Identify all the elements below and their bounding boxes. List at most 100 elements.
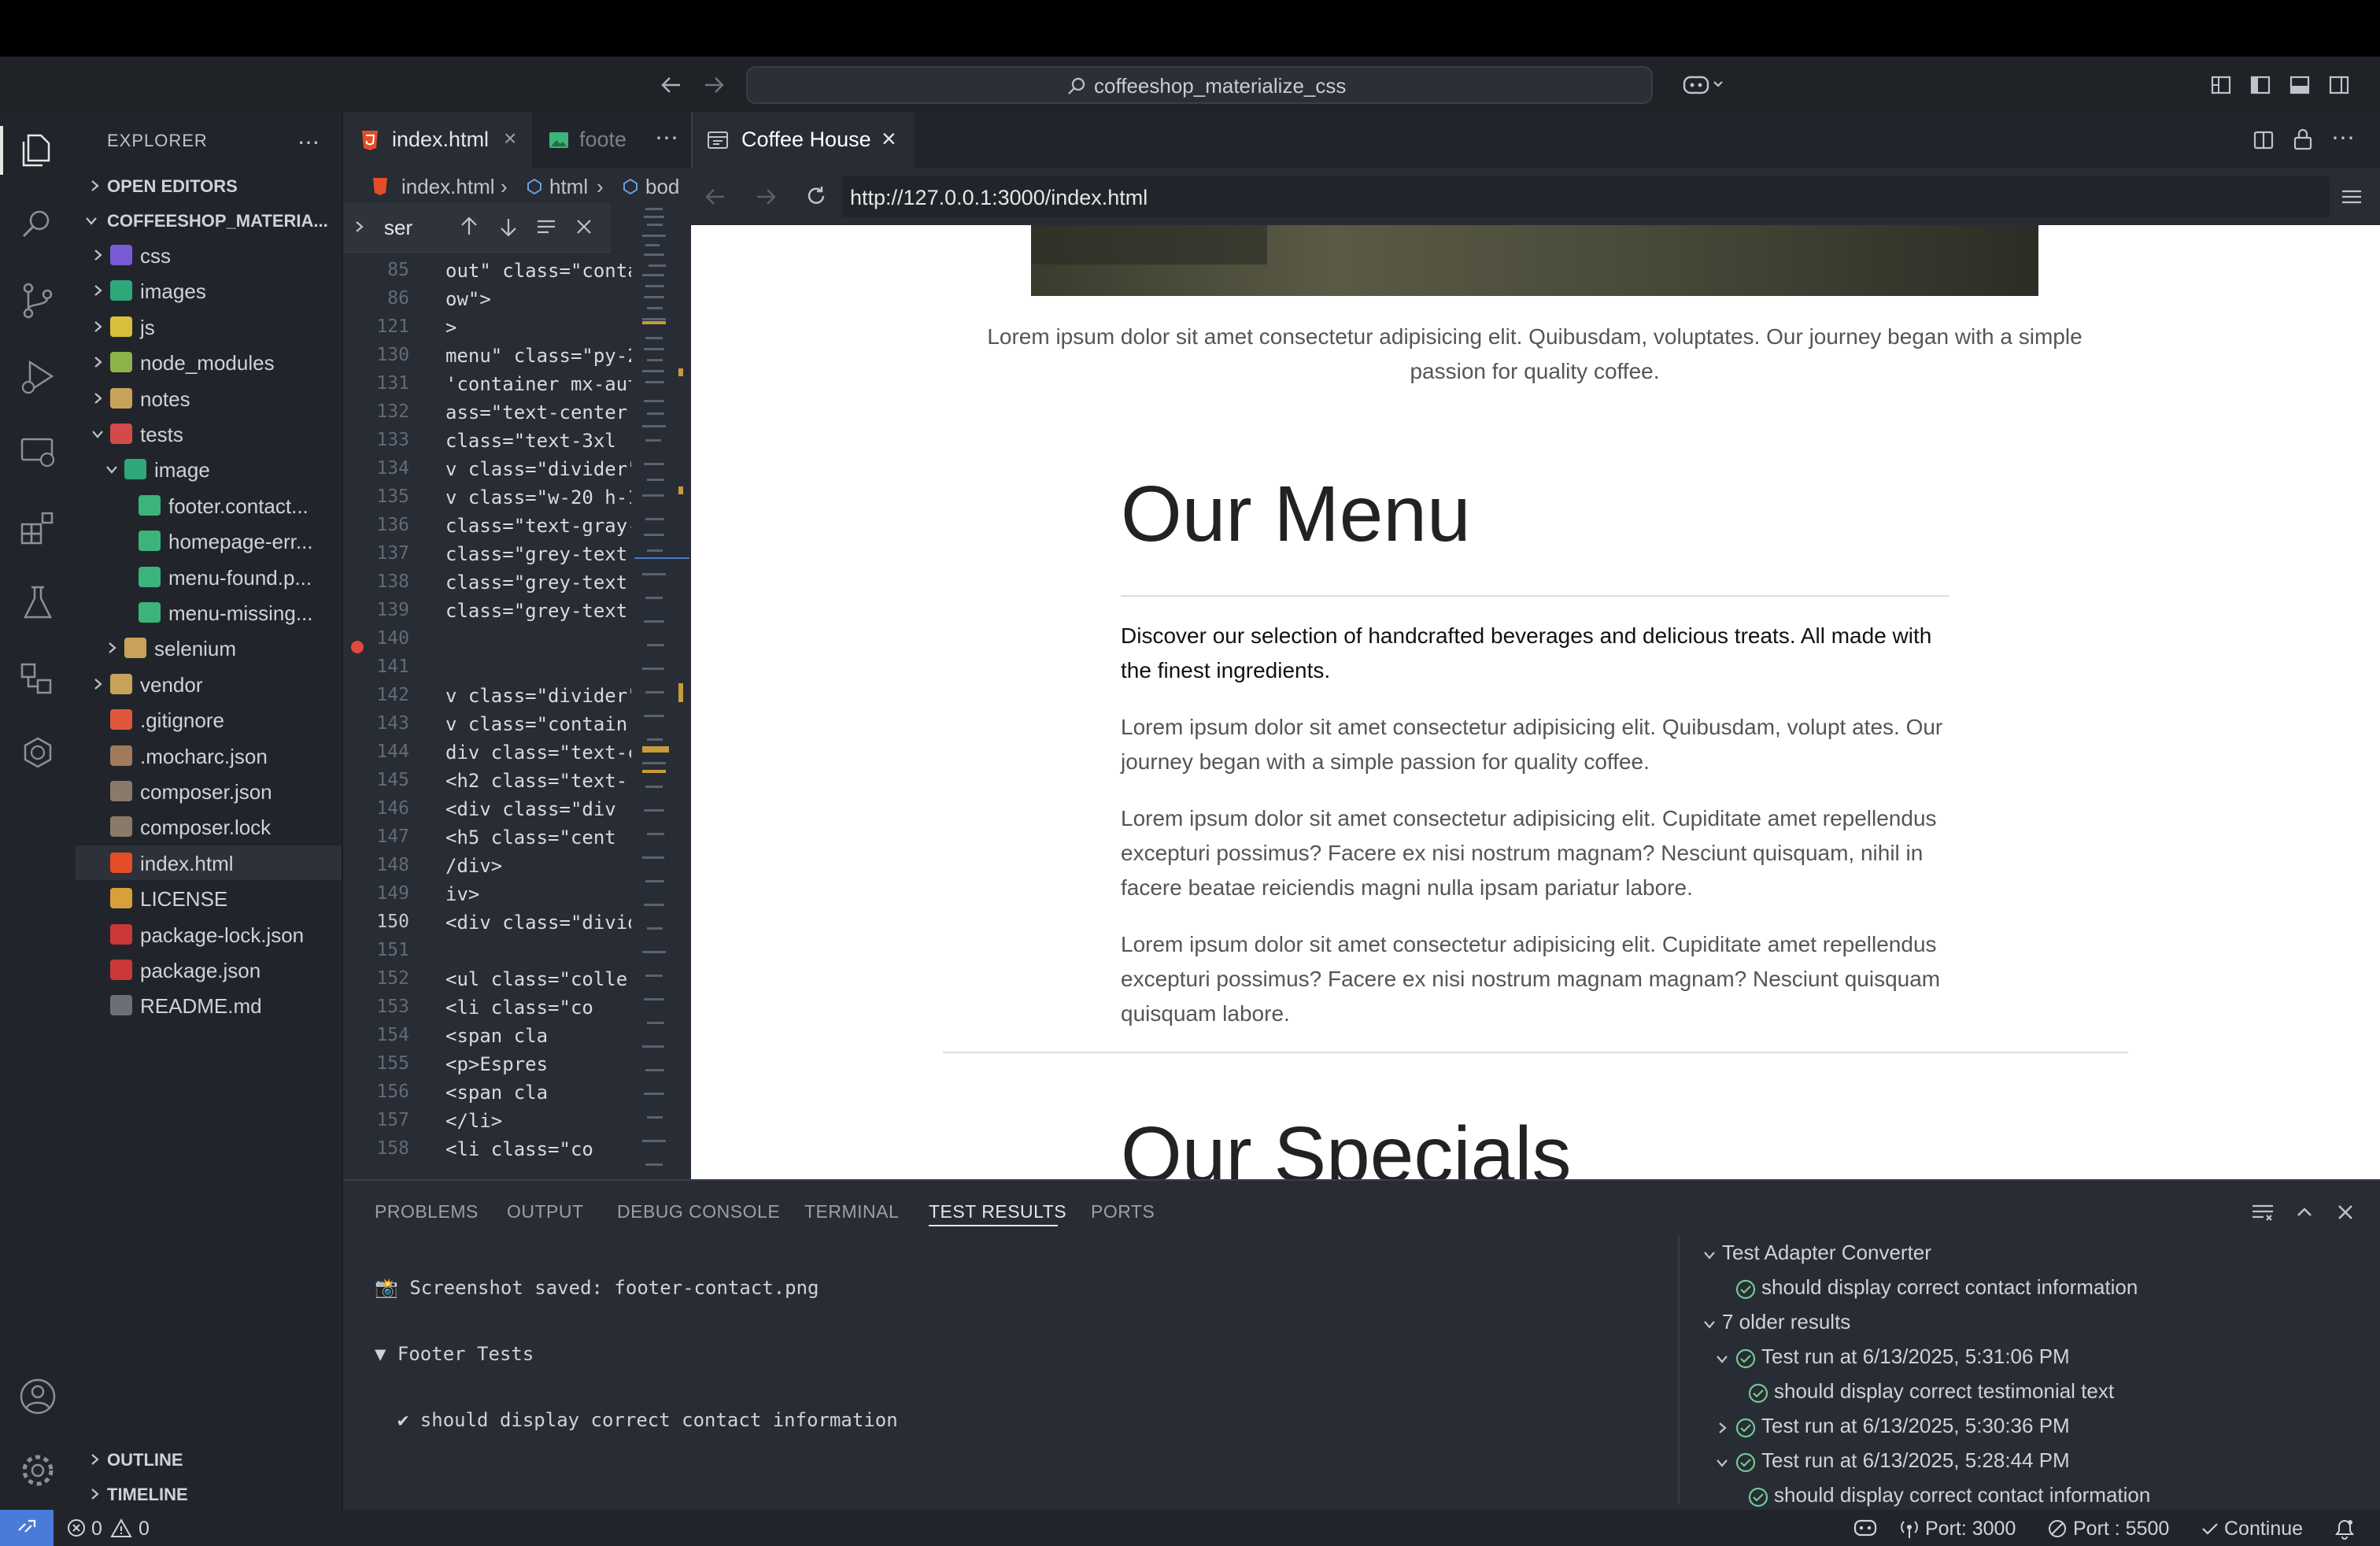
forward-arrow-icon[interactable]: [702, 74, 726, 96]
tab-test-results[interactable]: TEST RESULTS: [929, 1201, 1066, 1222]
code-line[interactable]: v class="divider": [445, 685, 631, 707]
close-icon[interactable]: [573, 216, 595, 238]
timeline-section[interactable]: TIMELINE: [76, 1477, 342, 1511]
code-line[interactable]: <span cla: [445, 1025, 631, 1047]
tree-item[interactable]: node_modules: [76, 345, 342, 379]
code-line[interactable]: <div class="divid: [445, 912, 631, 934]
code-line[interactable]: <li class="co: [445, 1138, 631, 1160]
results-tree-older[interactable]: 7 older results: [1704, 1310, 1850, 1334]
code-line[interactable]: ow">: [445, 288, 631, 310]
copilot-chat-icon[interactable]: [17, 734, 58, 775]
tree-item[interactable]: package.json: [76, 952, 342, 987]
code-line[interactable]: <div class="div: [445, 798, 631, 820]
copilot-icon[interactable]: [1853, 1518, 1878, 1538]
results-tree-run[interactable]: Test run at 6/13/2025, 5:31:06 PM: [1717, 1344, 2070, 1369]
tree-item[interactable]: js: [76, 309, 342, 344]
tree-item[interactable]: README.md: [76, 988, 342, 1023]
find-input[interactable]: ser: [384, 216, 412, 240]
reload-icon[interactable]: [804, 184, 828, 208]
settings-gear-icon[interactable]: [17, 1450, 58, 1491]
tree-item[interactable]: LICENSE: [76, 881, 342, 915]
code-line[interactable]: /div>: [445, 855, 631, 877]
tab-index-html[interactable]: index.html ×: [343, 112, 532, 168]
open-editors-section[interactable]: OPEN EDITORS: [76, 168, 342, 203]
close-icon[interactable]: [2334, 1201, 2356, 1223]
outline-section[interactable]: OUTLINE: [76, 1442, 342, 1477]
results-tree-item[interactable]: should display correct contact informati…: [1748, 1483, 2150, 1507]
code-line[interactable]: class="grey-text: [445, 571, 631, 594]
tree-item[interactable]: .gitignore: [76, 702, 342, 737]
breadcrumb-item[interactable]: html: [549, 175, 588, 199]
tree-item[interactable]: css: [76, 238, 342, 272]
code-line[interactable]: class="grey-text: [445, 543, 631, 565]
code-line[interactable]: </li>: [445, 1110, 631, 1132]
tree-item[interactable]: composer.json: [76, 774, 342, 808]
customize-layout-icon[interactable]: [2210, 74, 2232, 96]
tree-item[interactable]: package-lock.json: [76, 917, 342, 952]
lock-icon[interactable]: [2292, 128, 2314, 151]
containers-icon[interactable]: [17, 658, 58, 699]
results-tree-run[interactable]: Test run at 6/13/2025, 5:30:36 PM: [1719, 1414, 2070, 1438]
testing-icon[interactable]: [17, 583, 58, 623]
tab-output[interactable]: OUTPUT: [507, 1201, 584, 1222]
tree-item[interactable]: index.html: [76, 845, 342, 880]
code-line[interactable]: v class="contain: [445, 713, 631, 735]
notification-bell-icon[interactable]: [2334, 1518, 2355, 1540]
code-line[interactable]: iv>: [445, 883, 631, 905]
arrow-up-icon[interactable]: [458, 216, 480, 238]
results-tree-item[interactable]: should display correct testimonial text: [1748, 1379, 2114, 1404]
code-line[interactable]: <li class="co: [445, 997, 631, 1019]
tab-problems[interactable]: PROBLEMS: [375, 1201, 479, 1222]
close-icon[interactable]: ×: [504, 126, 516, 151]
breadcrumb-item[interactable]: index.html: [401, 175, 495, 199]
tree-item[interactable]: footer.contact...: [76, 488, 342, 523]
chevron-right-icon[interactable]: [351, 219, 367, 235]
code-line[interactable]: menu" class="py-2: [445, 345, 631, 367]
results-tree-item[interactable]: should display correct contact informati…: [1735, 1275, 2138, 1300]
explorer-icon[interactable]: [17, 129, 58, 170]
code-line[interactable]: <ul class="colle: [445, 968, 631, 990]
more-actions-icon[interactable]: ⋯: [298, 129, 320, 155]
more-actions-icon[interactable]: ⋯: [2331, 124, 2355, 152]
back-arrow-icon[interactable]: [660, 74, 683, 96]
toggle-panel-icon[interactable]: [2289, 74, 2311, 96]
code-line[interactable]: <h5 class="cent: [445, 827, 631, 849]
tree-item[interactable]: images: [76, 273, 342, 308]
code-line[interactable]: out" class="conta: [445, 260, 631, 282]
code-line[interactable]: >: [445, 316, 631, 338]
code-line[interactable]: <span cla: [445, 1082, 631, 1104]
code-line[interactable]: <h2 class="text-: [445, 770, 631, 792]
code-line[interactable]: ass="text-center: [445, 401, 631, 423]
code-line[interactable]: div class="text-c: [445, 742, 631, 764]
code-line[interactable]: class="text-3xl: [445, 430, 631, 452]
tree-item[interactable]: image: [76, 452, 342, 486]
search-icon[interactable]: [17, 205, 58, 246]
tab-footer-image[interactable]: foote: [532, 112, 650, 168]
code-line[interactable]: <p>Espres: [445, 1053, 631, 1075]
tab-ports[interactable]: PORTS: [1091, 1201, 1155, 1222]
tree-item[interactable]: .mocharc.json: [76, 738, 342, 773]
tree-item[interactable]: menu-missing...: [76, 595, 342, 630]
tab-terminal[interactable]: TERMINAL: [804, 1201, 899, 1222]
tree-item[interactable]: homepage-err...: [76, 523, 342, 558]
code-line[interactable]: class="text-gray-: [445, 515, 631, 537]
toggle-secondary-sidebar-icon[interactable]: [2328, 74, 2350, 96]
tree-item[interactable]: menu-found.p...: [76, 560, 342, 594]
breadcrumb-item[interactable]: bod: [645, 175, 679, 199]
tree-item[interactable]: selenium: [76, 631, 342, 665]
close-icon[interactable]: ×: [881, 124, 896, 153]
code-line[interactable]: v class="w-20 h-1: [445, 486, 631, 509]
results-tree-adapter[interactable]: Test Adapter Converter: [1704, 1241, 1931, 1265]
find-in-selection-icon[interactable]: [535, 216, 557, 238]
clear-output-icon[interactable]: [2251, 1201, 2275, 1223]
back-arrow-icon[interactable]: [704, 186, 727, 208]
project-section[interactable]: COFFEESHOP_MATERIA...: [76, 203, 342, 238]
split-editor-icon[interactable]: [2252, 129, 2275, 151]
tree-item[interactable]: composer.lock: [76, 809, 342, 844]
code-line[interactable]: v class="divider": [445, 458, 631, 480]
extensions-icon[interactable]: [17, 507, 58, 548]
accounts-icon[interactable]: [17, 1376, 58, 1417]
url-field[interactable]: http://127.0.0.1:3000/index.html: [842, 176, 2330, 217]
menu-icon[interactable]: [2341, 187, 2363, 206]
run-debug-icon[interactable]: [17, 356, 58, 397]
